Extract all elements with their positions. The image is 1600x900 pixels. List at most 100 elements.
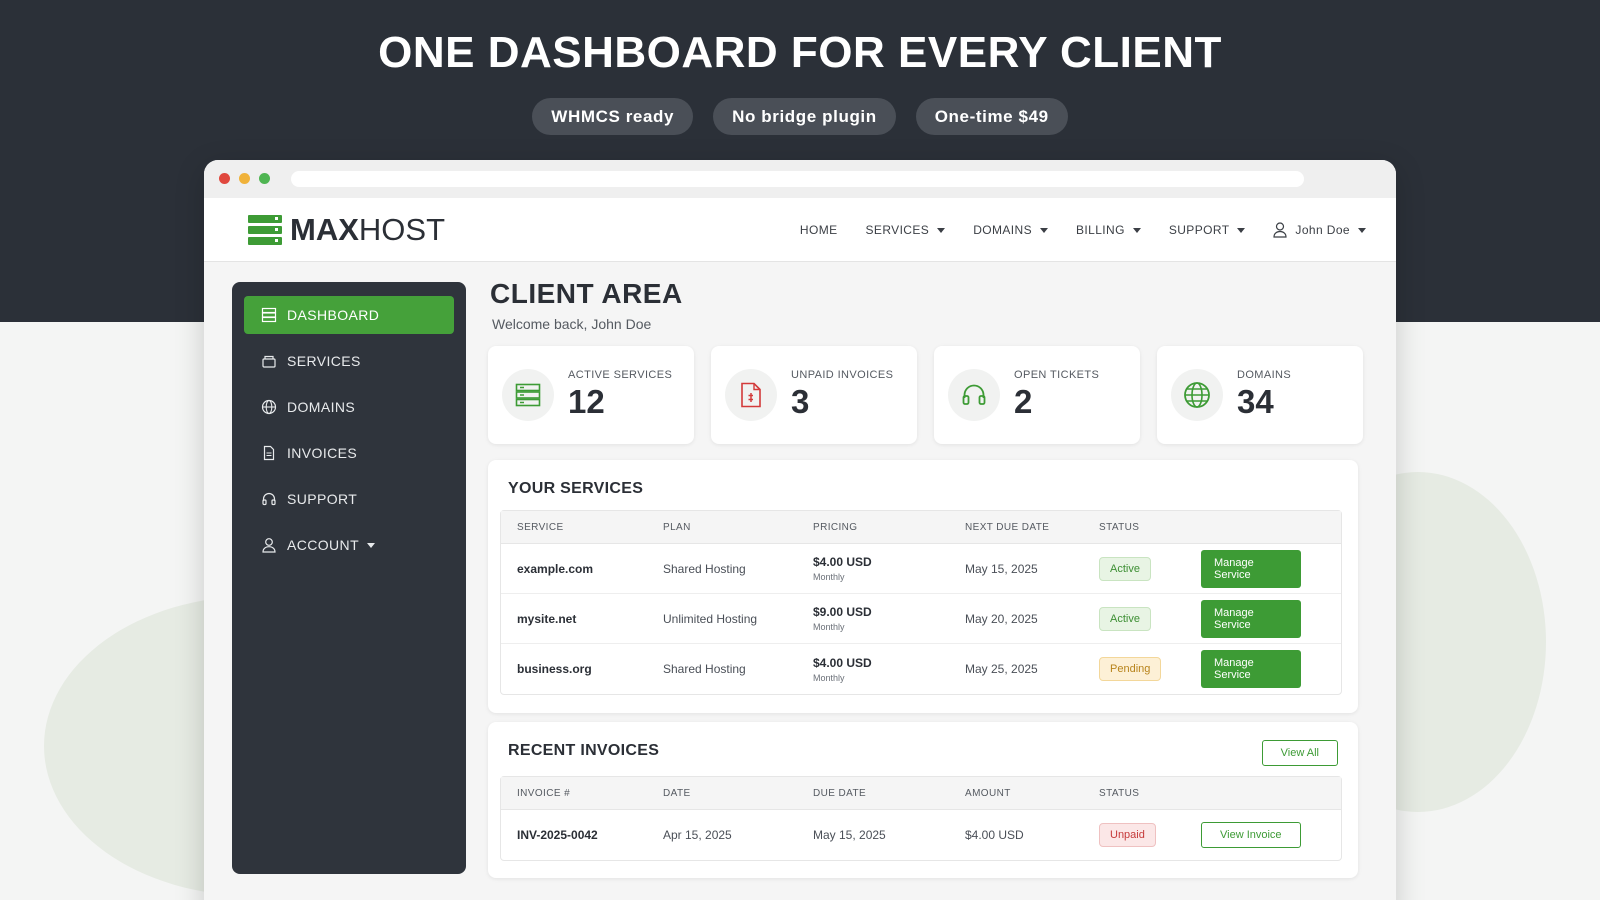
stat-label: ACTIVE SERVICES: [568, 369, 673, 381]
stats-row: ACTIVE SERVICES 12 UNPAID INVOICES 3 OPEN …: [488, 346, 1363, 444]
manage-service-button[interactable]: Manage Service: [1201, 549, 1301, 588]
stat-value: 34: [1237, 383, 1274, 420]
column-header: SERVICE: [517, 521, 564, 533]
brand-logo[interactable]: MAXHOST: [248, 212, 445, 248]
nav-item-services[interactable]: SERVICES: [866, 223, 946, 237]
server-icon: [502, 369, 554, 421]
user-menu[interactable]: John Doe: [1273, 222, 1366, 238]
top-navigation: MAXHOST HOME SERVICES DOMAINS BILLING SU…: [204, 198, 1396, 262]
maximize-window-dot[interactable]: [259, 173, 270, 184]
server-icon: [260, 306, 278, 324]
service-name[interactable]: business.org: [501, 662, 663, 676]
status-badge: Active: [1099, 606, 1151, 631]
stat-card-open-tickets[interactable]: OPEN TICKETS 2: [934, 346, 1140, 444]
service-plan: Shared Hosting: [663, 561, 746, 576]
column-header: PRICING: [813, 521, 858, 533]
nav-item-domains[interactable]: DOMAINS: [973, 223, 1048, 237]
column-header: PLAN: [663, 521, 691, 533]
stat-card-unpaid-invoices[interactable]: UNPAID INVOICES 3: [711, 346, 917, 444]
main-content: CLIENT AREA Welcome back, John Doe ACTIV…: [488, 278, 1368, 878]
service-name[interactable]: mysite.net: [501, 612, 663, 626]
invoice-date: Apr 15, 2025: [663, 828, 732, 842]
table-header: INVOICE # DATE DUE DATE AMOUNT STATUS: [501, 777, 1341, 810]
headset-icon: [948, 369, 1000, 421]
welcome-message: Welcome back, John Doe: [492, 316, 652, 332]
stat-card-active-services[interactable]: ACTIVE SERVICES 12: [488, 346, 694, 444]
stat-label: DOMAINS: [1237, 369, 1292, 381]
invoice-number[interactable]: INV-2025-0042: [501, 828, 663, 842]
status-badge: Unpaid: [1099, 823, 1156, 847]
minimize-window-dot[interactable]: [239, 173, 250, 184]
user-icon: [1273, 222, 1288, 238]
chevron-down-icon: [1132, 227, 1141, 233]
column-header: INVOICE #: [517, 787, 571, 799]
table-row: mysite.net Unlimited Hosting $9.00 USD Mo…: [501, 594, 1341, 644]
service-plan: Unlimited Hosting: [663, 611, 758, 626]
globe-icon: [1171, 369, 1223, 421]
stat-value: 3: [791, 383, 810, 420]
manage-service-button[interactable]: Manage Service: [1201, 650, 1301, 688]
feature-pill: No bridge plugin: [713, 98, 896, 135]
table-row: business.org Shared Hosting $4.00 USD Mon…: [501, 644, 1341, 694]
status-badge: Active: [1099, 556, 1151, 581]
sidebar-item-account[interactable]: ACCOUNT: [244, 526, 454, 564]
feature-pills: WHMCS ready No bridge plugin One-time $4…: [0, 98, 1600, 135]
sidebar-item-invoices[interactable]: INVOICES: [244, 434, 454, 472]
user-icon: [260, 536, 278, 554]
column-header: STATUS: [1099, 787, 1140, 799]
sidebar-item-label: DASHBOARD: [287, 307, 380, 323]
view-invoice-button[interactable]: View Invoice: [1201, 822, 1301, 848]
box-icon: [260, 352, 278, 370]
invoices-title: RECENT INVOICES: [508, 742, 660, 759]
address-bar[interactable]: [291, 171, 1304, 187]
sidebar-item-domains[interactable]: DOMAINS: [244, 388, 454, 426]
brand-name: MAXHOST: [290, 212, 446, 247]
document-icon: [260, 444, 278, 462]
sidebar-item-services[interactable]: SERVICES: [244, 342, 454, 380]
hero-title: ONE DASHBOARD FOR EVERY CLIENT: [378, 28, 1222, 77]
headset-icon: [260, 490, 278, 508]
globe-icon: [260, 398, 278, 416]
chevron-down-icon: [367, 542, 376, 548]
server-logo-icon: [248, 215, 282, 245]
sidebar-item-label: SERVICES: [287, 353, 361, 369]
column-header: NEXT DUE DATE: [965, 521, 1050, 533]
service-plan: Shared Hosting: [663, 662, 746, 676]
invoices-table: INVOICE # DATE DUE DATE AMOUNT STATUS IN…: [500, 776, 1342, 861]
browser-chrome: [204, 160, 1396, 198]
column-header: DATE: [663, 787, 691, 799]
invoices-panel: RECENT INVOICES View All INVOICE # DATE …: [488, 722, 1358, 878]
service-pricing: $4.00 USD Monthly: [813, 555, 872, 582]
sidebar-item-dashboard[interactable]: DASHBOARD: [244, 296, 454, 334]
services-title: YOUR SERVICES: [508, 480, 644, 497]
table-row: INV-2025-0042 Apr 15, 2025 May 15, 2025 …: [501, 810, 1341, 860]
nav-item-support[interactable]: SUPPORT: [1169, 223, 1246, 237]
service-name[interactable]: example.com: [501, 562, 663, 576]
stat-card-domains[interactable]: DOMAINS 34: [1157, 346, 1363, 444]
chevron-down-icon: [1237, 227, 1246, 233]
invoice-due-date: May 15, 2025: [813, 828, 886, 842]
stat-value: 12: [568, 383, 605, 420]
feature-pill: One-time $49: [915, 98, 1068, 135]
sidebar-item-label: DOMAINS: [287, 399, 356, 415]
stat-value: 2: [1014, 383, 1033, 420]
close-window-dot[interactable]: [219, 173, 230, 184]
feature-pill: WHMCS ready: [532, 98, 694, 135]
status-badge: Pending: [1099, 657, 1162, 681]
browser-window: MAXHOST HOME SERVICES DOMAINS BILLING SU…: [204, 160, 1396, 900]
column-header: DUE DATE: [813, 787, 867, 799]
column-header: STATUS: [1099, 521, 1140, 533]
table-header: SERVICE PLAN PRICING NEXT DUE DATE STATU…: [501, 511, 1341, 544]
manage-service-button[interactable]: Manage Service: [1201, 599, 1301, 638]
service-due-date: May 25, 2025: [965, 662, 1038, 676]
column-header: AMOUNT: [965, 787, 1011, 799]
invoice-icon: [725, 369, 777, 421]
sidebar: DASHBOARD SERVICES DOMAINS INVOICES SUPP…: [232, 282, 466, 874]
stat-label: OPEN TICKETS: [1014, 369, 1100, 381]
service-due-date: May 20, 2025: [965, 611, 1038, 626]
sidebar-item-support[interactable]: SUPPORT: [244, 480, 454, 518]
nav-item-home[interactable]: HOME: [800, 223, 838, 237]
view-all-button[interactable]: View All: [1261, 740, 1338, 766]
service-pricing: $4.00 USD Monthly: [813, 655, 872, 683]
nav-item-billing[interactable]: BILLING: [1076, 223, 1141, 237]
